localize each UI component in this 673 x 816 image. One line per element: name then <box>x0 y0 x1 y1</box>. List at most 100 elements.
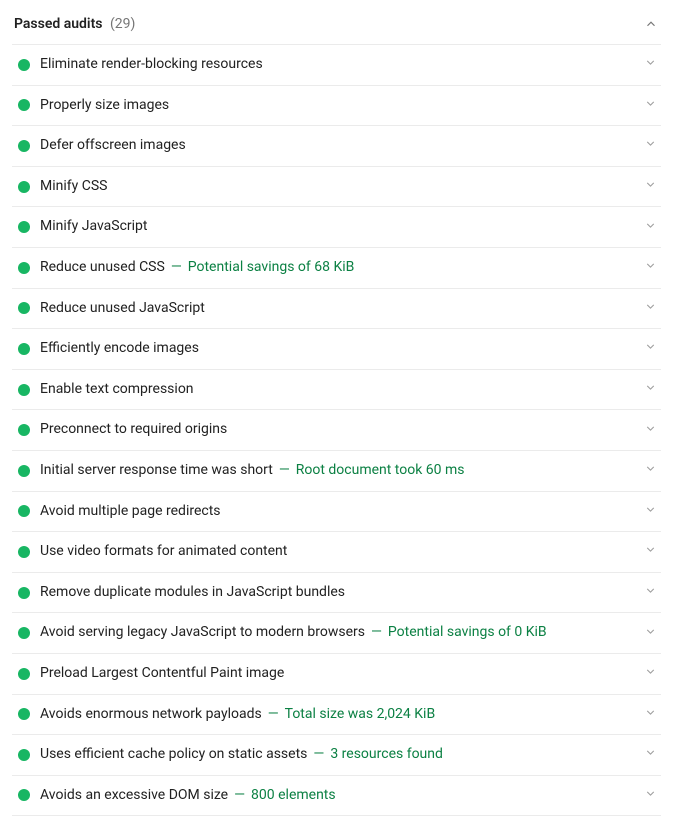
pass-dot-icon <box>18 302 30 314</box>
audit-title: Use video formats for animated content <box>40 542 287 562</box>
audit-separator: — <box>234 786 245 806</box>
audit-text: Initial server response time was short — R… <box>40 461 634 481</box>
chevron-down-icon <box>644 340 657 357</box>
chevron-down-icon <box>644 503 657 520</box>
pass-dot-icon <box>18 546 30 558</box>
audit-text: Uses efficient cache policy on static as… <box>40 745 634 765</box>
pass-dot-icon <box>18 505 30 517</box>
pass-dot-icon <box>18 749 30 761</box>
audit-row[interactable]: Efficiently encode images <box>12 329 661 370</box>
passed-audits-header[interactable]: Passed audits (29) <box>12 8 661 44</box>
audit-text: Efficiently encode images <box>40 339 634 359</box>
audit-row[interactable]: Preload Largest Contentful Paint image <box>12 654 661 695</box>
audit-separator: — <box>371 623 382 643</box>
section-title-wrap: Passed audits (29) <box>14 16 135 32</box>
audit-title: Avoids an excessive DOM size <box>40 786 228 806</box>
audit-row[interactable]: Properly size images <box>12 86 661 127</box>
audit-separator: — <box>171 258 182 278</box>
audit-text: Defer offscreen images <box>40 136 634 156</box>
chevron-down-icon <box>644 746 657 763</box>
audit-row[interactable]: Minify CSS <box>12 167 661 208</box>
audit-title: Avoid multiple page redirects <box>40 502 221 522</box>
audit-row[interactable]: Avoid multiple page redirects <box>12 492 661 533</box>
audit-text: Reduce unused CSS — Potential savings of 6… <box>40 258 634 278</box>
audit-title: Reduce unused JavaScript <box>40 299 205 319</box>
pass-dot-icon <box>18 668 30 680</box>
audit-title: Remove duplicate modules in JavaScript b… <box>40 583 345 603</box>
audit-row[interactable]: Uses efficient cache policy on static as… <box>12 735 661 776</box>
audit-title: Initial server response time was short <box>40 461 273 481</box>
passed-audits-panel: Passed audits (29) Eliminate render-bloc… <box>0 0 673 816</box>
audit-text: Avoids an excessive DOM size — 800 element… <box>40 786 634 806</box>
audit-row[interactable]: Reduce unused CSS — Potential savings of 6… <box>12 248 661 289</box>
audit-row[interactable]: Defer offscreen images <box>12 126 661 167</box>
audit-separator: — <box>268 705 279 725</box>
audit-row[interactable]: Preconnect to required origins <box>12 410 661 451</box>
audit-title: Reduce unused CSS <box>40 258 165 278</box>
audit-title: Minify CSS <box>40 177 107 197</box>
pass-dot-icon <box>18 262 30 274</box>
audit-text: Reduce unused JavaScript <box>40 299 634 319</box>
audit-detail: 800 elements <box>251 786 336 806</box>
audit-row[interactable]: Use video formats for animated content <box>12 532 661 573</box>
audit-title: Efficiently encode images <box>40 339 199 359</box>
chevron-down-icon <box>644 259 657 276</box>
audit-text: Enable text compression <box>40 380 634 400</box>
pass-dot-icon <box>18 465 30 477</box>
audit-detail: Potential savings of 68 KiB <box>188 258 355 278</box>
audit-row[interactable]: Avoid serving legacy JavaScript to moder… <box>12 613 661 654</box>
audit-row[interactable]: Avoids an excessive DOM size — 800 element… <box>12 776 661 816</box>
audit-detail: 3 resources found <box>330 745 443 765</box>
chevron-down-icon <box>644 625 657 642</box>
audit-row[interactable]: Initial server response time was short — R… <box>12 451 661 492</box>
audit-text: Remove duplicate modules in JavaScript b… <box>40 583 634 603</box>
pass-dot-icon <box>18 708 30 720</box>
audit-separator: — <box>279 461 290 481</box>
chevron-down-icon <box>644 178 657 195</box>
chevron-down-icon <box>644 56 657 73</box>
chevron-down-icon <box>644 97 657 114</box>
chevron-down-icon <box>644 706 657 723</box>
chevron-down-icon <box>644 219 657 236</box>
audit-row[interactable]: Reduce unused JavaScript <box>12 289 661 330</box>
audit-row[interactable]: Minify JavaScript <box>12 207 661 248</box>
audit-row[interactable]: Enable text compression <box>12 370 661 411</box>
chevron-down-icon <box>644 543 657 560</box>
chevron-down-icon <box>644 665 657 682</box>
audit-text: Preconnect to required origins <box>40 420 634 440</box>
audit-text: Eliminate render-blocking resources <box>40 55 634 75</box>
pass-dot-icon <box>18 789 30 801</box>
audit-row[interactable]: Avoids enormous network payloads — Total s… <box>12 695 661 736</box>
audit-title: Preload Largest Contentful Paint image <box>40 664 284 684</box>
audit-detail: Root document took 60 ms <box>296 461 465 481</box>
pass-dot-icon <box>18 384 30 396</box>
chevron-down-icon <box>644 300 657 317</box>
audit-row[interactable]: Eliminate render-blocking resources <box>12 45 661 86</box>
chevron-down-icon <box>644 584 657 601</box>
audit-text: Minify CSS <box>40 177 634 197</box>
audit-title: Defer offscreen images <box>40 136 186 156</box>
audit-text: Avoids enormous network payloads — Total s… <box>40 705 634 725</box>
audit-text: Preload Largest Contentful Paint image <box>40 664 634 684</box>
audit-text: Avoid multiple page redirects <box>40 502 634 522</box>
pass-dot-icon <box>18 59 30 71</box>
audit-detail: Potential savings of 0 KiB <box>388 623 547 643</box>
audit-title: Minify JavaScript <box>40 217 148 237</box>
audit-title: Avoids enormous network payloads <box>40 705 262 725</box>
pass-dot-icon <box>18 424 30 436</box>
audit-title: Eliminate render-blocking resources <box>40 55 263 75</box>
audit-text: Properly size images <box>40 96 634 116</box>
audit-row[interactable]: Remove duplicate modules in JavaScript b… <box>12 573 661 614</box>
section-count: (29) <box>110 16 135 32</box>
pass-dot-icon <box>18 221 30 233</box>
pass-dot-icon <box>18 140 30 152</box>
pass-dot-icon <box>18 99 30 111</box>
chevron-down-icon <box>644 381 657 398</box>
pass-dot-icon <box>18 343 30 355</box>
audit-text: Avoid serving legacy JavaScript to moder… <box>40 623 634 643</box>
audit-detail: Total size was 2,024 KiB <box>285 705 436 725</box>
pass-dot-icon <box>18 627 30 639</box>
audit-title: Uses efficient cache policy on static as… <box>40 745 307 765</box>
section-title: Passed audits <box>14 16 102 32</box>
audit-text: Minify JavaScript <box>40 217 634 237</box>
